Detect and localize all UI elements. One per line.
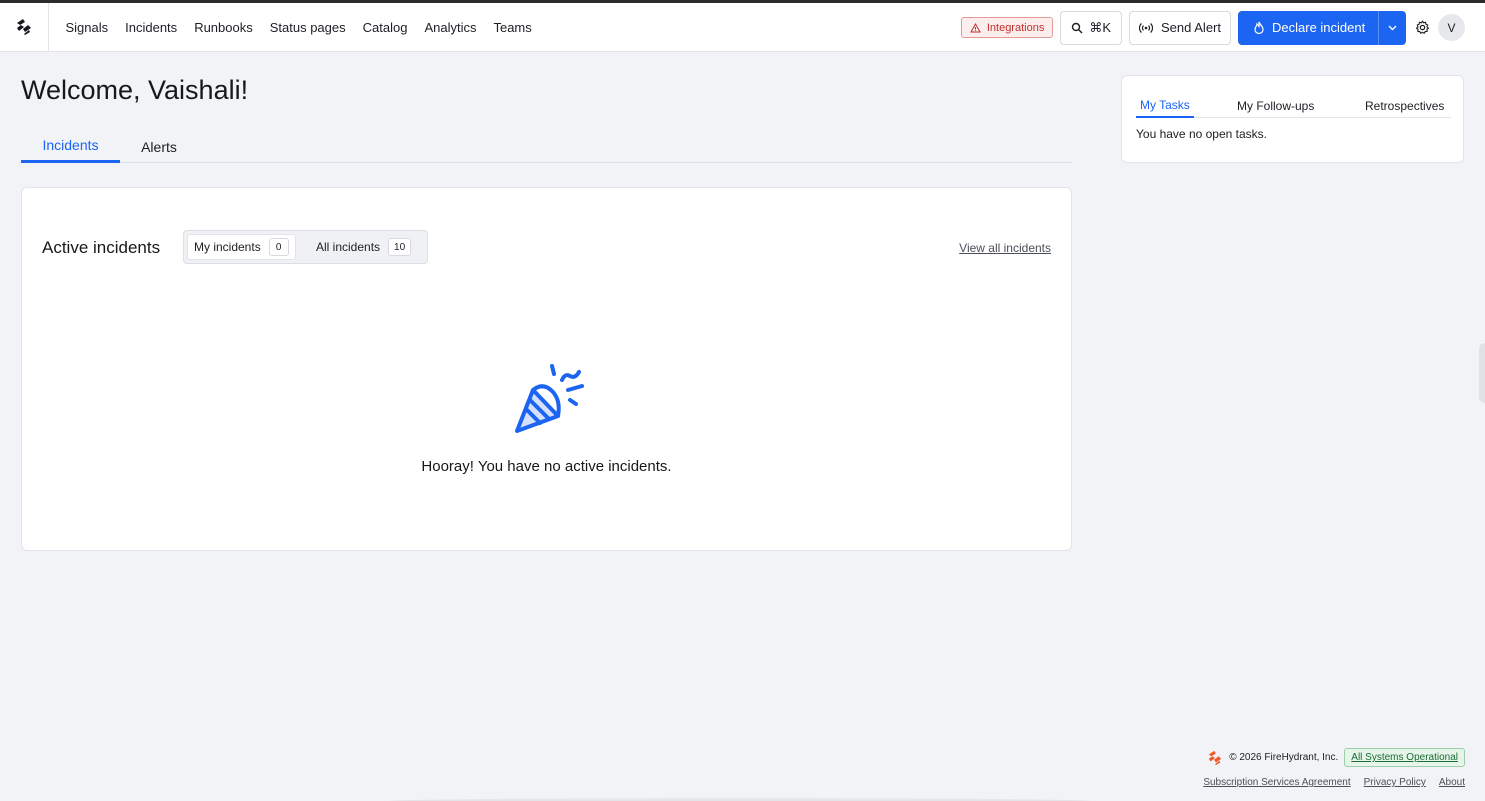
filter-my-incidents[interactable]: My incidents 0 bbox=[187, 234, 296, 260]
declare-incident-split-button: Declare incident bbox=[1238, 10, 1406, 45]
declare-incident-label: Declare incident bbox=[1272, 20, 1366, 35]
side-drawer-handle[interactable] bbox=[1479, 343, 1485, 403]
footer-link-about[interactable]: About bbox=[1439, 777, 1465, 788]
welcome-heading: Welcome, Vaishali! bbox=[21, 75, 249, 105]
count-badge: 10 bbox=[388, 238, 412, 256]
send-alert-button[interactable]: Send Alert bbox=[1129, 10, 1231, 45]
flame-icon bbox=[1254, 21, 1264, 34]
footer-links: Subscription Services Agreement Privacy … bbox=[1203, 777, 1465, 788]
system-status-badge[interactable]: All Systems Operational bbox=[1344, 748, 1465, 767]
party-popper-icon bbox=[515, 364, 584, 433]
count-badge: 0 bbox=[268, 238, 289, 256]
broadcast-icon bbox=[1139, 22, 1153, 33]
warning-triangle-icon bbox=[969, 22, 981, 32]
user-avatar[interactable]: V bbox=[1438, 14, 1465, 41]
nav-catalog[interactable]: Catalog bbox=[354, 20, 416, 35]
nav-analytics[interactable]: Analytics bbox=[416, 20, 485, 35]
nav-teams[interactable]: Teams bbox=[485, 20, 540, 35]
copyright-text: © 2026 FireHydrant, Inc. bbox=[1229, 752, 1339, 763]
nav-runbooks[interactable]: Runbooks bbox=[186, 20, 262, 35]
tasks-tabs: My Tasks My Follow-ups Retrospectives bbox=[1136, 94, 1451, 118]
tab-alerts[interactable]: Alerts bbox=[120, 130, 198, 163]
firehydrant-footer-logo-icon bbox=[1208, 750, 1222, 765]
empty-state-message: Hooray! You have no active incidents. bbox=[421, 458, 672, 475]
integrations-warning-button[interactable]: Integrations bbox=[960, 17, 1054, 38]
filter-label: All incidents bbox=[316, 240, 381, 254]
settings-button[interactable] bbox=[1412, 18, 1432, 38]
primary-nav: Signals Incidents Runbooks Status pages … bbox=[57, 20, 540, 35]
chevron-down-icon bbox=[1388, 25, 1397, 30]
search-shortcut: ⌘K bbox=[1089, 19, 1111, 35]
card-title: Active incidents bbox=[42, 238, 161, 257]
footer-link-privacy-policy[interactable]: Privacy Policy bbox=[1364, 777, 1426, 788]
navbar-actions: Integrations ⌘K Send Alert Declare incid… bbox=[960, 3, 1465, 52]
gear-icon bbox=[1415, 20, 1429, 34]
nav-incidents[interactable]: Incidents bbox=[117, 20, 186, 35]
send-alert-label: Send Alert bbox=[1161, 20, 1221, 35]
integrations-label: Integrations bbox=[986, 21, 1045, 34]
footer-link-subscription-agreement[interactable]: Subscription Services Agreement bbox=[1203, 777, 1350, 788]
declare-incident-dropdown[interactable] bbox=[1378, 10, 1406, 45]
tab-my-follow-ups[interactable]: My Follow-ups bbox=[1237, 94, 1314, 118]
main-tabs: Incidents Alerts bbox=[21, 130, 1072, 163]
tab-retrospectives[interactable]: Retrospectives bbox=[1365, 94, 1444, 118]
filter-all-incidents[interactable]: All incidents 10 bbox=[310, 234, 417, 260]
nav-signals[interactable]: Signals bbox=[57, 20, 117, 35]
filter-label: My incidents bbox=[194, 240, 261, 254]
command-search-button[interactable]: ⌘K bbox=[1060, 10, 1122, 45]
footer-status-row: © 2026 FireHydrant, Inc. All Systems Ope… bbox=[1207, 748, 1465, 767]
firehydrant-logo-icon bbox=[17, 19, 31, 35]
search-icon bbox=[1072, 22, 1083, 33]
active-incidents-card: Active incidents My incidents 0 All inci… bbox=[21, 187, 1072, 551]
top-navbar: Signals Incidents Runbooks Status pages … bbox=[0, 2, 1485, 52]
tab-my-tasks[interactable]: My Tasks bbox=[1136, 94, 1194, 118]
firehydrant-logo[interactable] bbox=[0, 2, 49, 52]
declare-incident-button[interactable]: Declare incident bbox=[1238, 10, 1378, 45]
nav-status-pages[interactable]: Status pages bbox=[261, 20, 354, 35]
tab-incidents[interactable]: Incidents bbox=[21, 130, 120, 163]
view-all-incidents-link[interactable]: View all incidents bbox=[959, 241, 1051, 255]
tasks-panel: My Tasks My Follow-ups Retrospectives Yo… bbox=[1121, 75, 1464, 163]
tasks-empty-message: You have no open tasks. bbox=[1136, 127, 1267, 141]
incident-filter-toggle: My incidents 0 All incidents 10 bbox=[183, 230, 428, 264]
